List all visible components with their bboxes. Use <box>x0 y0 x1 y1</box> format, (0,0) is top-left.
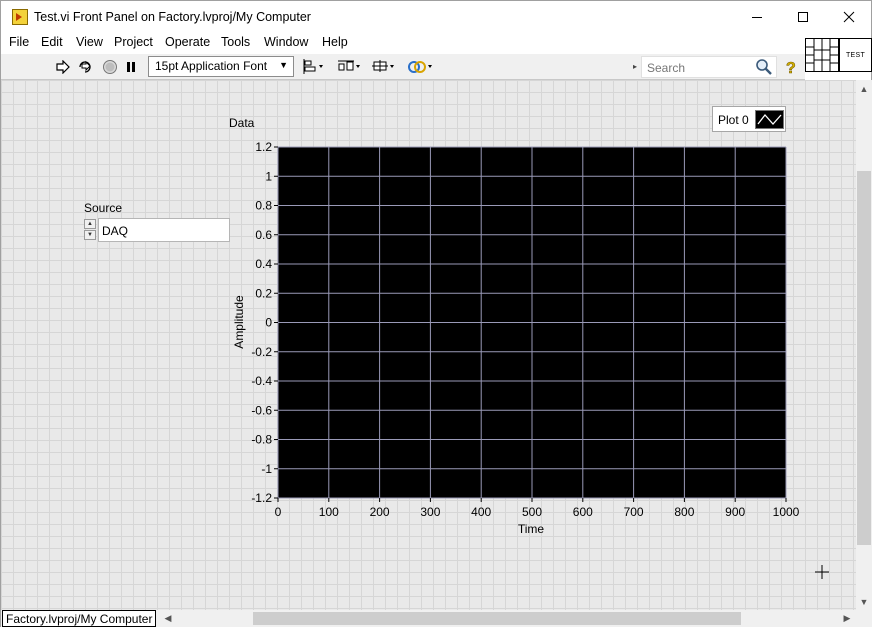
scroll-right-icon[interactable]: ▶ <box>840 611 854 626</box>
y-tick-label: -0.2 <box>251 345 272 359</box>
font-select[interactable]: 15pt Application Font ▼ <box>148 56 294 77</box>
x-tick-label: 1000 <box>773 505 800 519</box>
y-axis-label: Amplitude <box>232 295 246 349</box>
distribute-objects-icon[interactable] <box>337 58 363 76</box>
reorder-icon[interactable] <box>407 58 435 76</box>
y-tick-label: 0.6 <box>255 228 272 242</box>
close-button[interactable] <box>826 1 872 33</box>
menu-file[interactable]: File <box>9 35 29 49</box>
menu-edit[interactable]: Edit <box>41 35 63 49</box>
status-bar: Factory.lvproj/My Computer ◀ ▶ <box>1 610 872 627</box>
chevron-down-icon: ▼ <box>279 60 288 70</box>
resize-objects-icon[interactable] <box>371 58 397 76</box>
x-tick-label: 600 <box>573 505 593 519</box>
menu-operate[interactable]: Operate <box>165 35 210 49</box>
svg-text:?: ? <box>786 60 796 76</box>
y-tick-label: 1.2 <box>255 140 272 154</box>
menu-project[interactable]: Project <box>114 35 153 49</box>
menu-bar: File Edit View Project Operate Tools Win… <box>1 33 805 53</box>
x-tick-label: 100 <box>319 505 339 519</box>
vertical-scroll-thumb[interactable] <box>857 171 871 545</box>
x-tick-label: 300 <box>420 505 440 519</box>
y-tick-label: -0.8 <box>251 433 272 447</box>
run-arrow-icon[interactable] <box>53 58 73 76</box>
y-tick-label: -1 <box>261 462 272 476</box>
menu-help[interactable]: Help <box>322 35 348 49</box>
x-tick-label: 0 <box>275 505 282 519</box>
x-tick-label: 500 <box>522 505 542 519</box>
search-box <box>641 56 777 78</box>
vertical-scrollbar[interactable]: ▲ ▼ <box>856 80 872 610</box>
scroll-down-icon[interactable]: ▼ <box>856 593 872 610</box>
x-tick-label: 700 <box>624 505 644 519</box>
labview-window: Test.vi Front Panel on Factory.lvproj/My… <box>0 0 872 627</box>
menu-window[interactable]: Window <box>264 35 308 49</box>
y-tick-label: 0.4 <box>255 257 272 271</box>
align-objects-icon[interactable] <box>303 58 327 76</box>
x-tick-label: 800 <box>674 505 694 519</box>
y-tick-label: 0.8 <box>255 199 272 213</box>
y-tick-label: -1.2 <box>251 491 272 505</box>
y-tick-label: 0.2 <box>255 286 272 300</box>
y-tick-label: -0.6 <box>251 403 272 417</box>
search-icon[interactable] <box>754 58 774 76</box>
scroll-left-icon[interactable]: ◀ <box>161 611 175 626</box>
horizontal-scroll-thumb[interactable] <box>253 612 741 625</box>
labview-vi-icon <box>12 9 28 25</box>
x-tick-label: 400 <box>471 505 491 519</box>
x-tick-label: 200 <box>370 505 390 519</box>
x-axis-label: Time <box>518 522 545 536</box>
x-tick-label: 900 <box>725 505 745 519</box>
maximize-button[interactable] <box>780 1 826 33</box>
front-panel[interactable]: Source ▲ ▼ DAQ Data Plot 0 0 100 200 300 400… <box>1 80 856 610</box>
menu-tools[interactable]: Tools <box>221 35 250 49</box>
project-context-label[interactable]: Factory.lvproj/My Computer <box>2 610 157 627</box>
context-help-icon[interactable]: ? <box>782 58 800 78</box>
y-tick-label: 0 <box>265 316 272 330</box>
title-bar[interactable]: Test.vi Front Panel on Factory.lvproj/My… <box>1 1 871 33</box>
menu-view[interactable]: View <box>76 35 103 49</box>
search-input[interactable] <box>647 60 752 75</box>
pause-icon[interactable] <box>121 58 141 76</box>
y-tick-label: -0.4 <box>251 374 272 388</box>
y-tick-label: 1 <box>265 169 272 183</box>
run-continuously-icon[interactable] <box>75 58 95 76</box>
waveform-graph[interactable]: 0 100 200 300 400 500 600 700 800 900 1000 1.2 1 0.8… <box>1 80 856 610</box>
abort-icon[interactable] <box>100 58 120 76</box>
connector-pane[interactable] <box>805 38 839 72</box>
toolbar: 15pt Application Font ▼ ▸ ? <box>1 54 805 80</box>
toolbar-scroll-left-icon[interactable]: ▸ <box>633 62 637 71</box>
font-select-value: 15pt Application Font <box>155 59 268 73</box>
crosshair-cursor-icon <box>814 564 830 580</box>
window-title: Test.vi Front Panel on Factory.lvproj/My… <box>34 10 311 24</box>
vi-icon-pane[interactable]: TEST <box>839 38 872 72</box>
minimize-button[interactable] <box>734 1 780 33</box>
scroll-up-icon[interactable]: ▲ <box>856 80 872 97</box>
